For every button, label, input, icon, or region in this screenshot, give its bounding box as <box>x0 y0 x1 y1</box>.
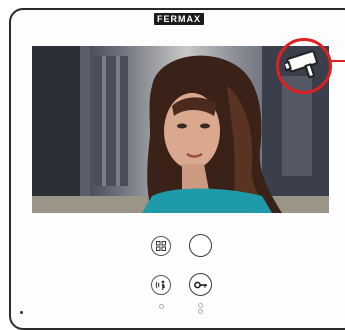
audio-button[interactable] <box>151 275 171 295</box>
door-key-icon <box>193 281 207 288</box>
grid-menu-icon <box>156 241 166 251</box>
brand-logo: FERMAX <box>154 13 204 25</box>
menu-button[interactable] <box>151 236 171 256</box>
indicator-dot <box>20 311 23 314</box>
audio-call-icon <box>155 280 165 290</box>
status-led <box>159 304 164 309</box>
status-led <box>198 309 203 314</box>
door-open-button[interactable] <box>189 273 212 296</box>
surveillance-camera-icon <box>285 50 318 79</box>
callout-line <box>331 60 345 62</box>
circle-button[interactable] <box>189 234 212 257</box>
status-led <box>198 303 203 308</box>
